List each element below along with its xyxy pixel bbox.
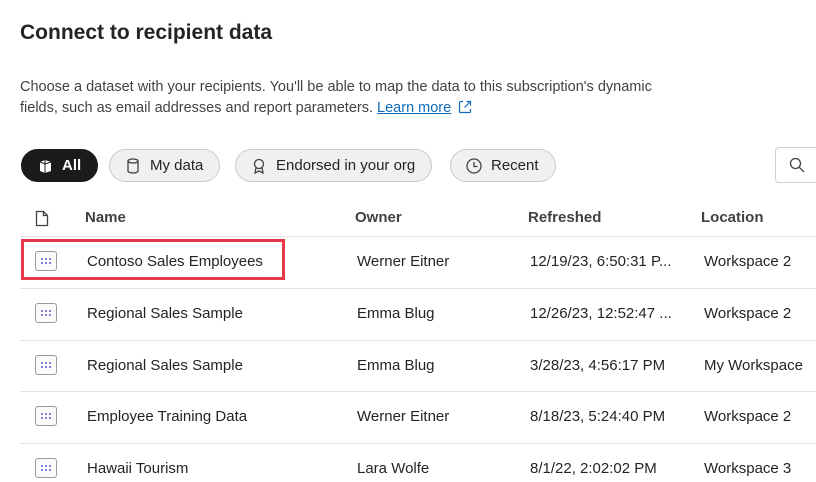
cell-refreshed: 12/19/23, 6:50:31 P... (530, 253, 672, 270)
cell-refreshed: 8/1/22, 2:02:02 PM (530, 460, 657, 477)
search-icon (789, 157, 805, 173)
cell-owner: Lara Wolfe (357, 460, 430, 477)
cell-location: Workspace 3 (704, 460, 792, 477)
all-items-icon (39, 159, 52, 173)
cell-refreshed: 12/26/23, 12:52:47 ... (530, 305, 672, 322)
column-header-name[interactable]: Name (85, 209, 126, 226)
cell-location: Workspace 2 (704, 305, 792, 322)
filter-my-data[interactable]: My data (109, 149, 221, 182)
filter-recent[interactable]: Recent (450, 149, 556, 182)
clock-icon (466, 157, 482, 174)
cell-name: Employee Training Data (87, 408, 248, 425)
file-icon (35, 210, 49, 227)
filter-my-data-label: My data (150, 157, 204, 174)
external-link-icon[interactable] (457, 99, 473, 115)
column-header-location[interactable]: Location (701, 209, 764, 226)
column-header-owner[interactable]: Owner (355, 209, 402, 226)
cell-refreshed: 8/18/23, 5:24:40 PM (530, 408, 666, 425)
table-header: Name Owner Refreshed Location (20, 200, 816, 236)
dataset-icon (35, 406, 57, 426)
dataset-icon (35, 303, 57, 323)
cell-owner: Werner Eitner (357, 408, 450, 425)
cell-location: My Workspace (704, 357, 803, 374)
page-title: Connect to recipient data (20, 21, 273, 44)
dataset-icon (35, 458, 57, 478)
table-row[interactable]: Regional Sales Sample Emma Blug 3/28/23, 4… (20, 340, 816, 392)
filter-recent-label: Recent (491, 157, 539, 174)
cell-location: Workspace 2 (704, 253, 792, 270)
cell-location: Workspace 2 (704, 408, 792, 425)
dataset-icon (35, 355, 57, 375)
cell-owner: Werner Eitner (357, 253, 450, 270)
filter-all[interactable]: All (21, 149, 99, 182)
table-row[interactable]: Hawaii Tourism Lara Wolfe 8/1/22, 2:02:02 … (20, 443, 816, 482)
filter-endorsed[interactable]: Endorsed in your org (235, 149, 433, 182)
cell-refreshed: 3/28/23, 4:56:17 PM (530, 357, 666, 374)
table-row[interactable]: Regional Sales Sample Emma Blug 12/26/23, … (20, 288, 816, 340)
selection-highlight (21, 239, 285, 280)
ribbon-icon (253, 158, 265, 174)
table-row[interactable]: Employee Training Data Werner Eitner 8/18/… (20, 391, 816, 443)
search-input[interactable] (775, 147, 816, 183)
filter-endorsed-label: Endorsed in your org (276, 157, 416, 174)
cell-name: Hawaii Tourism (87, 460, 189, 477)
filter-all-label: All (62, 157, 82, 174)
description-text: Choose a dataset with your recipients. Y… (20, 79, 652, 116)
cell-name: Regional Sales Sample (87, 305, 243, 322)
column-header-refreshed[interactable]: Refreshed (528, 209, 601, 226)
database-icon (127, 157, 139, 174)
cell-owner: Emma Blug (357, 305, 435, 322)
cell-owner: Emma Blug (357, 357, 435, 374)
cell-name: Regional Sales Sample (87, 357, 243, 374)
description: Choose a dataset with your recipients. Y… (20, 77, 660, 119)
learn-more-link[interactable]: Learn more (377, 100, 451, 116)
